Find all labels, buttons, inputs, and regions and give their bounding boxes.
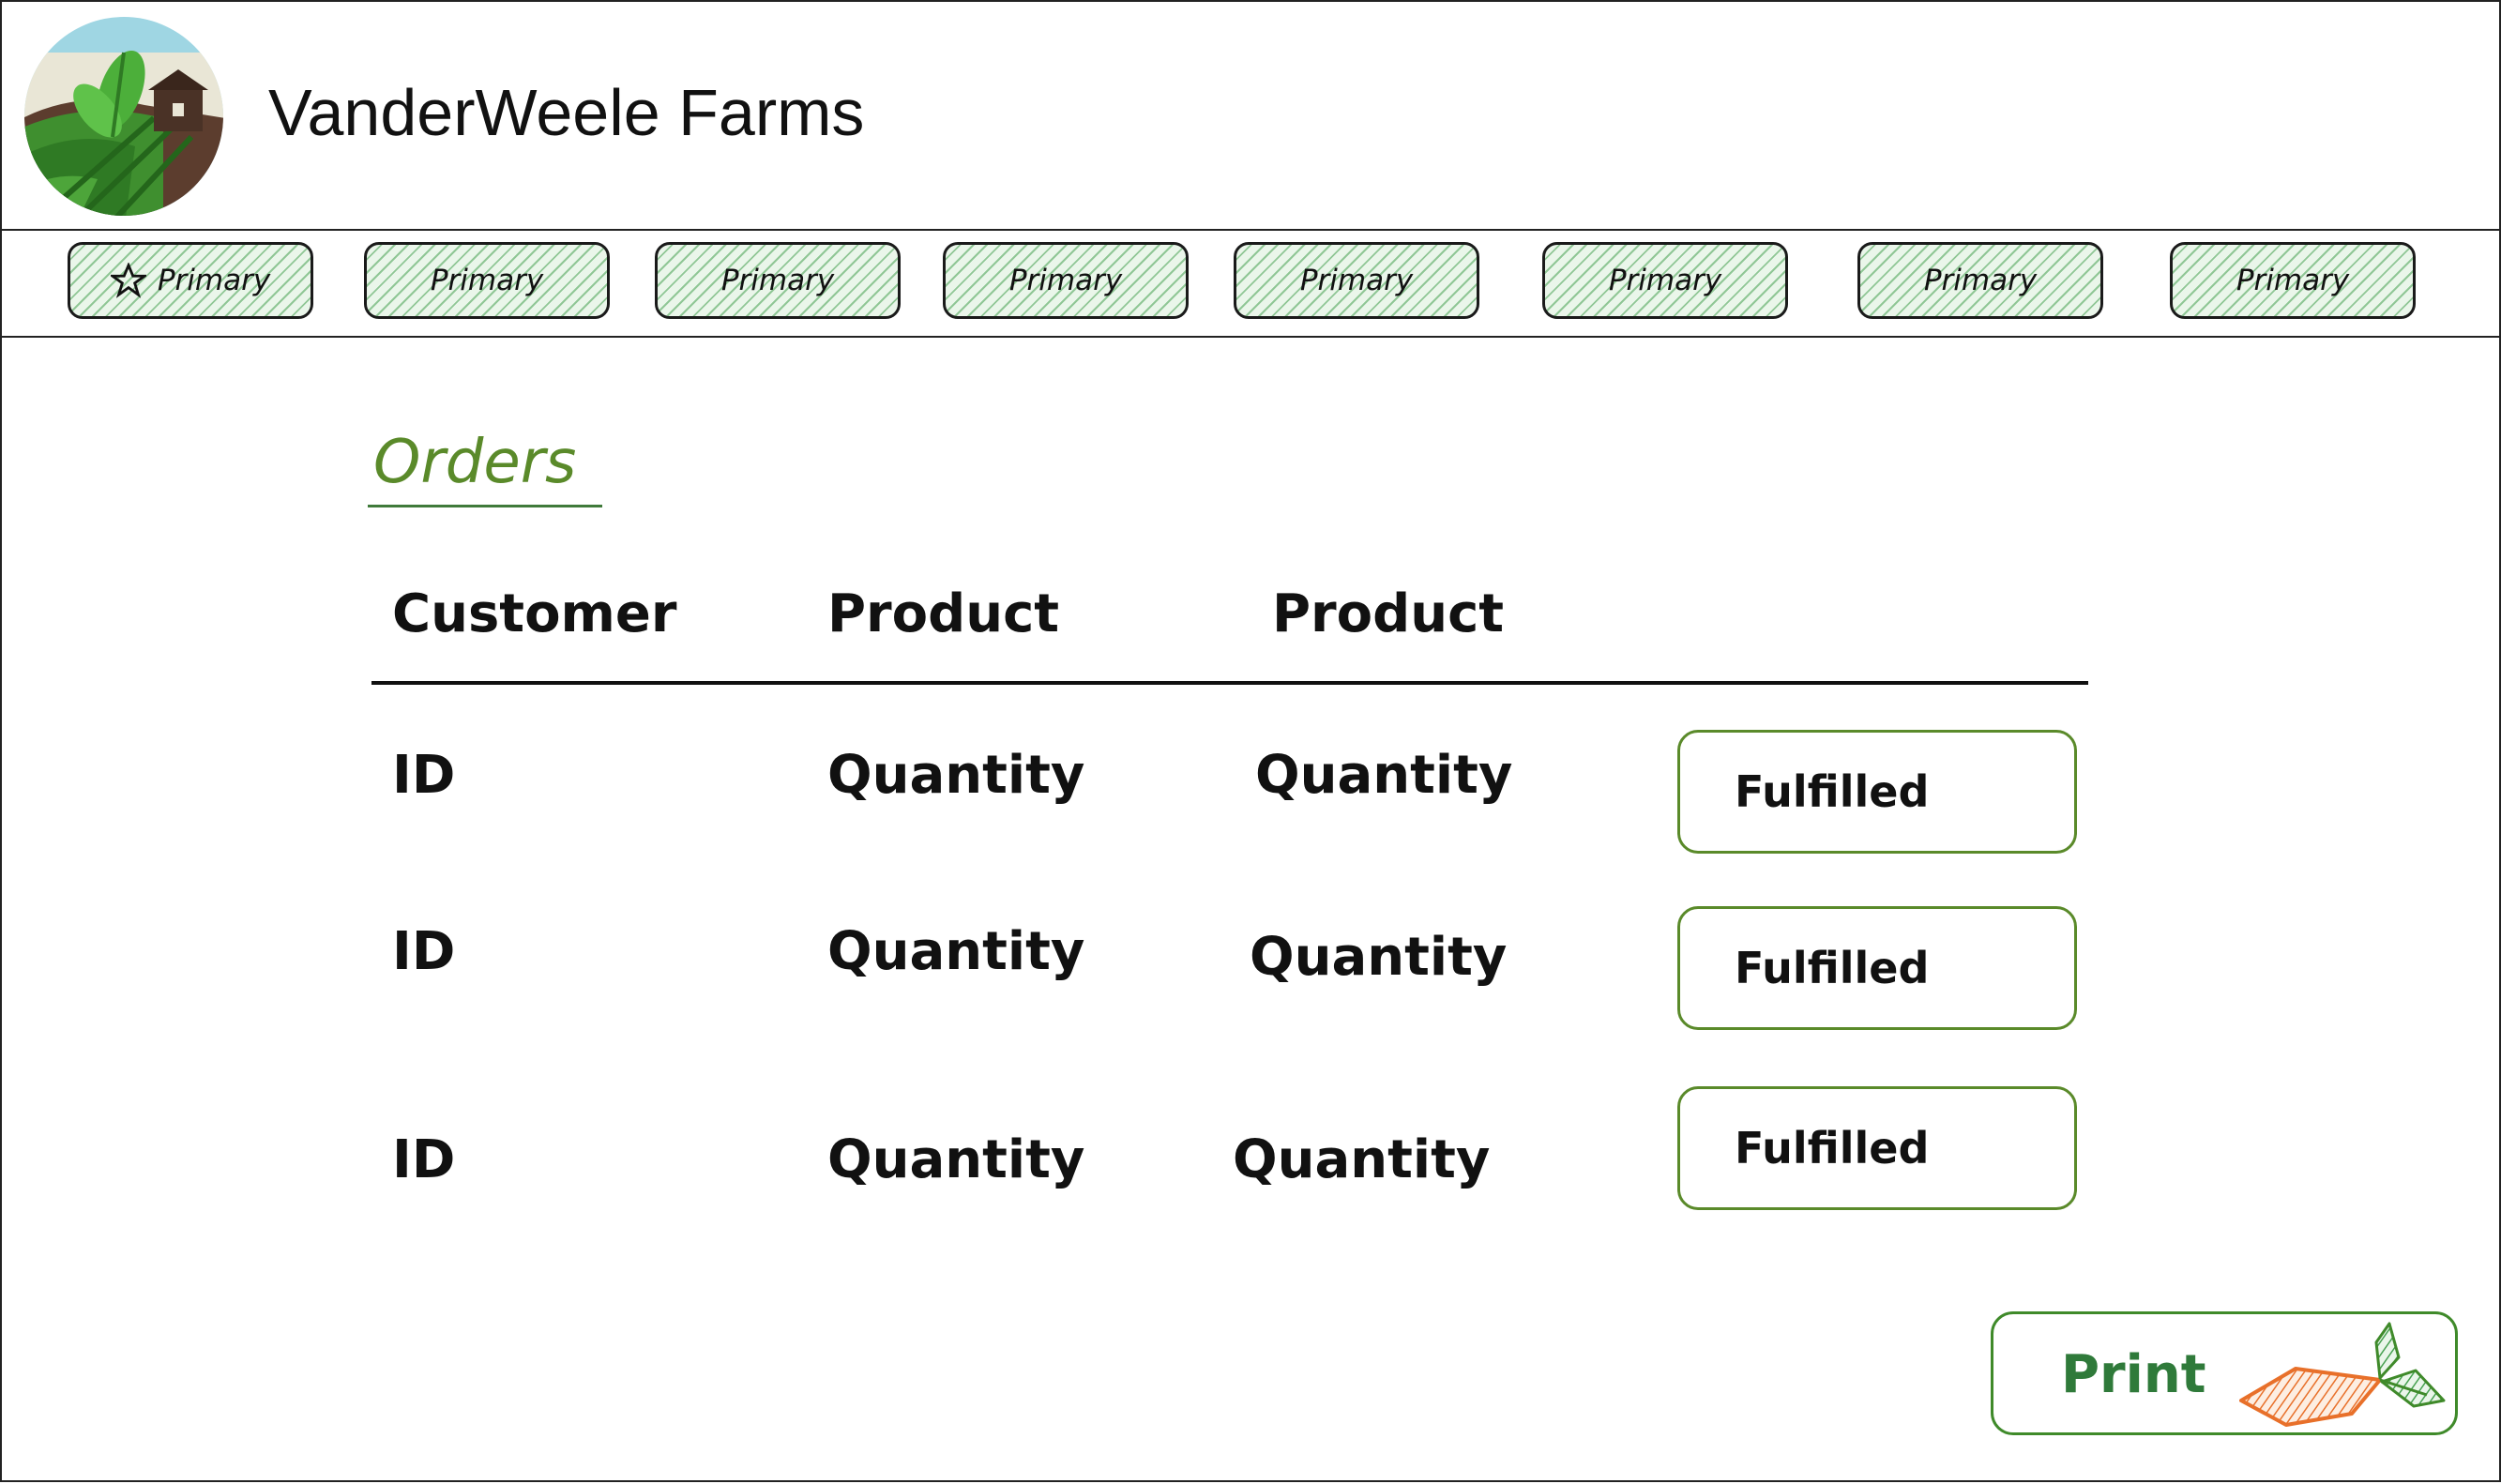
nav-button-6[interactable]: Primary bbox=[1542, 242, 1788, 319]
nav-button-label: Primary bbox=[2236, 264, 2350, 297]
fulfilled-label: Fulfilled bbox=[1735, 766, 1930, 817]
nav-button-label: Primary bbox=[1008, 264, 1123, 297]
nav-button-1[interactable]: Primary bbox=[68, 242, 313, 319]
column-header-product-b: Product bbox=[1272, 583, 1505, 644]
nav-button-3[interactable]: Primary bbox=[655, 242, 901, 319]
column-header-product-a: Product bbox=[827, 583, 1060, 644]
fulfilled-button[interactable]: Fulfilled bbox=[1677, 906, 2077, 1030]
nav-button-label: Primary bbox=[1923, 264, 2038, 297]
carrot-icon bbox=[2239, 1322, 2446, 1427]
customer-id-cell: ID bbox=[392, 745, 456, 806]
nav-button-5[interactable]: Primary bbox=[1234, 242, 1479, 319]
app-header: VanderWeele Farms bbox=[2, 2, 2499, 231]
fulfilled-label: Fulfilled bbox=[1735, 943, 1930, 993]
nav-button-8[interactable]: Primary bbox=[2170, 242, 2416, 319]
nav-button-label: Primary bbox=[1608, 264, 1722, 297]
column-header-customer: Customer bbox=[392, 583, 677, 644]
nav-button-2[interactable]: Primary bbox=[364, 242, 610, 319]
print-label: Print bbox=[2061, 1344, 2206, 1405]
nav-button-label: Primary bbox=[1299, 264, 1414, 297]
orders-title: Orders bbox=[373, 428, 577, 497]
product-quantity-cell: Quantity bbox=[827, 921, 1085, 982]
product-quantity-cell: Quantity bbox=[1255, 745, 1513, 806]
product-quantity-cell: Quantity bbox=[827, 745, 1085, 806]
product-quantity-cell: Quantity bbox=[827, 1129, 1085, 1190]
nav-button-4[interactable]: Primary bbox=[943, 242, 1189, 319]
product-quantity-cell: Quantity bbox=[1250, 927, 1508, 988]
print-button[interactable]: Print bbox=[1991, 1311, 2458, 1435]
farm-field-icon bbox=[24, 17, 223, 216]
star-icon bbox=[110, 263, 146, 298]
nav-button-label: Primary bbox=[430, 264, 544, 297]
table-header-divider bbox=[371, 681, 2088, 685]
product-quantity-cell: Quantity bbox=[1233, 1129, 1491, 1190]
title-underline bbox=[368, 505, 602, 507]
nav-button-label: Primary bbox=[157, 264, 271, 297]
nav-button-label: Primary bbox=[720, 264, 835, 297]
primary-nav: Primary Primary Primary Primary Primary … bbox=[2, 231, 2499, 338]
fulfilled-button[interactable]: Fulfilled bbox=[1677, 730, 2077, 854]
fulfilled-label: Fulfilled bbox=[1735, 1123, 1930, 1174]
customer-id-cell: ID bbox=[392, 1129, 456, 1190]
nav-button-7[interactable]: Primary bbox=[1857, 242, 2103, 319]
app-window: VanderWeele Farms Primary Primary Primar… bbox=[0, 0, 2501, 1482]
fulfilled-button[interactable]: Fulfilled bbox=[1677, 1086, 2077, 1210]
app-title: VanderWeele Farms bbox=[268, 76, 865, 149]
customer-id-cell: ID bbox=[392, 921, 456, 982]
